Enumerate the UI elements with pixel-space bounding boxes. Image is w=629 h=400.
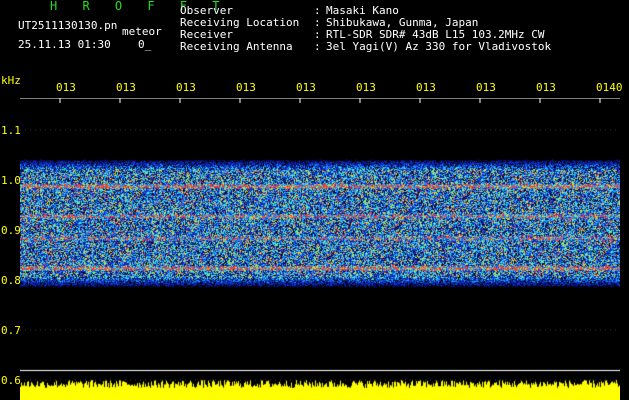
- timestamp: 25.11.13 01:30: [18, 38, 111, 51]
- time-tick: 0140: [596, 81, 623, 94]
- time-tick: 013: [296, 81, 316, 94]
- freq-tick: 0.7: [1, 324, 21, 337]
- antenna-value: 3el Yagi(V) Az 330 for Vladivostok: [326, 40, 552, 53]
- time-tick: 013: [176, 81, 196, 94]
- file-name: UT2511130130.pn: [18, 19, 118, 32]
- freq-tick: 0.8: [1, 274, 21, 287]
- time-tick: 013: [476, 81, 496, 94]
- colon: :: [314, 40, 321, 53]
- y-unit-label: kHz: [1, 74, 21, 87]
- time-tick: 013: [536, 81, 556, 94]
- freq-tick: 1.0: [1, 174, 21, 187]
- freq-tick: 0.9: [1, 224, 21, 237]
- tag-label: meteor: [122, 25, 162, 38]
- time-tick: 013: [116, 81, 136, 94]
- antenna-label: Receiving Antenna: [180, 40, 293, 53]
- time-tick: 013: [416, 81, 436, 94]
- time-tick: 013: [56, 81, 76, 94]
- time-tick: 013: [356, 81, 376, 94]
- freq-tick: 0.6: [1, 374, 21, 387]
- freq-tick: 1.1: [1, 124, 21, 137]
- time-tick: 013: [236, 81, 256, 94]
- counter-text: 0_: [138, 38, 152, 51]
- spectrogram-canvas: [20, 98, 620, 400]
